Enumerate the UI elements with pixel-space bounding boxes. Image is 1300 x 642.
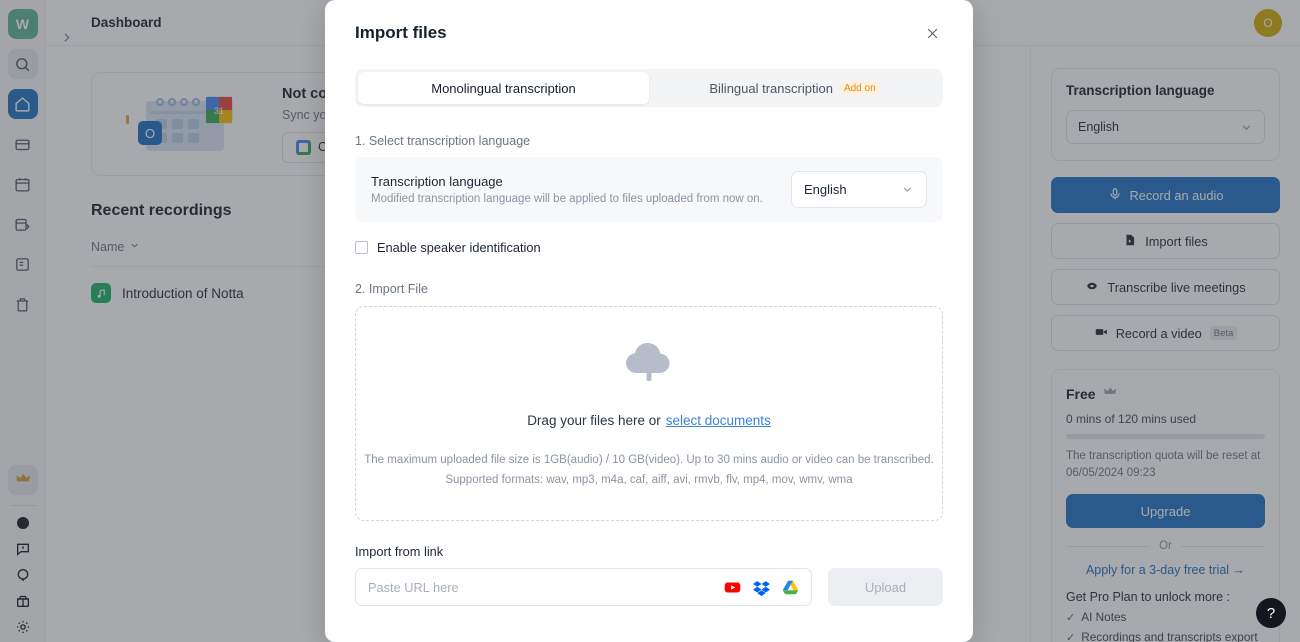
transcription-language-label: Transcription language <box>371 174 503 189</box>
speaker-identification-row[interactable]: Enable speaker identification <box>355 240 943 255</box>
dropbox-icon[interactable] <box>753 579 770 596</box>
close-icon[interactable] <box>921 22 943 44</box>
url-input-placeholder: Paste URL here <box>368 579 459 595</box>
google-drive-icon[interactable] <box>782 579 799 596</box>
dropzone-size-limit: The maximum uploaded file size is 1GB(au… <box>364 453 934 466</box>
import-link-row: Paste URL here Upload <box>355 568 943 606</box>
add-on-badge: Add on <box>839 81 880 95</box>
select-documents-link[interactable]: select documents <box>666 413 771 428</box>
import-files-modal: Import files Monolingual transcription B… <box>325 0 973 642</box>
modal-language-select[interactable]: English <box>791 171 927 208</box>
speaker-identification-checkbox[interactable] <box>355 241 368 254</box>
transcription-language-row: Transcription language Modified transcri… <box>355 157 943 222</box>
file-dropzone[interactable]: Drag your files here or select documents … <box>355 306 943 521</box>
step-2-label: 2. Import File <box>355 282 428 296</box>
chevron-down-icon <box>901 183 914 196</box>
modal-title: Import files <box>355 23 447 42</box>
tab-bilingual-transcription[interactable]: Bilingual transcription Add on <box>649 72 940 104</box>
dropzone-instruction: Drag your files here or <box>527 412 661 428</box>
youtube-icon[interactable] <box>724 579 741 596</box>
service-icons <box>724 579 799 596</box>
dropzone-limits: The maximum uploaded file size is 1GB(au… <box>364 450 934 490</box>
speaker-identification-label: Enable speaker identification <box>377 240 541 255</box>
transcription-mode-tabs: Monolingual transcription Bilingual tran… <box>355 69 943 107</box>
import-from-link-label: Import from link <box>355 544 444 559</box>
step-1-label: 1. Select transcription language <box>355 134 531 148</box>
transcription-language-hint: Modified transcription language will be … <box>371 193 763 205</box>
tab-monolingual-label: Monolingual transcription <box>431 80 576 96</box>
dropzone-formats: Supported formats: wav, mp3, m4a, caf, a… <box>445 474 853 486</box>
help-button[interactable]: ? <box>1256 598 1286 628</box>
cloud-upload-icon <box>624 337 674 382</box>
upload-button[interactable]: Upload <box>828 568 943 606</box>
app-root: W Dashboard O 31 O Not Sync Recent recor… <box>0 0 1300 642</box>
modal-language-value: English <box>804 182 847 197</box>
dropzone-main-text: Drag your files here or select documents <box>527 413 771 428</box>
tab-monolingual-transcription[interactable]: Monolingual transcription <box>358 72 649 104</box>
modal-header: Import files <box>325 0 973 44</box>
tab-bilingual-label: Bilingual transcription <box>709 80 833 96</box>
modal-body: 1. Select transcription language Transcr… <box>325 134 973 606</box>
url-input[interactable]: Paste URL here <box>355 568 812 606</box>
transcription-language-texts: Transcription language Modified transcri… <box>371 174 763 205</box>
